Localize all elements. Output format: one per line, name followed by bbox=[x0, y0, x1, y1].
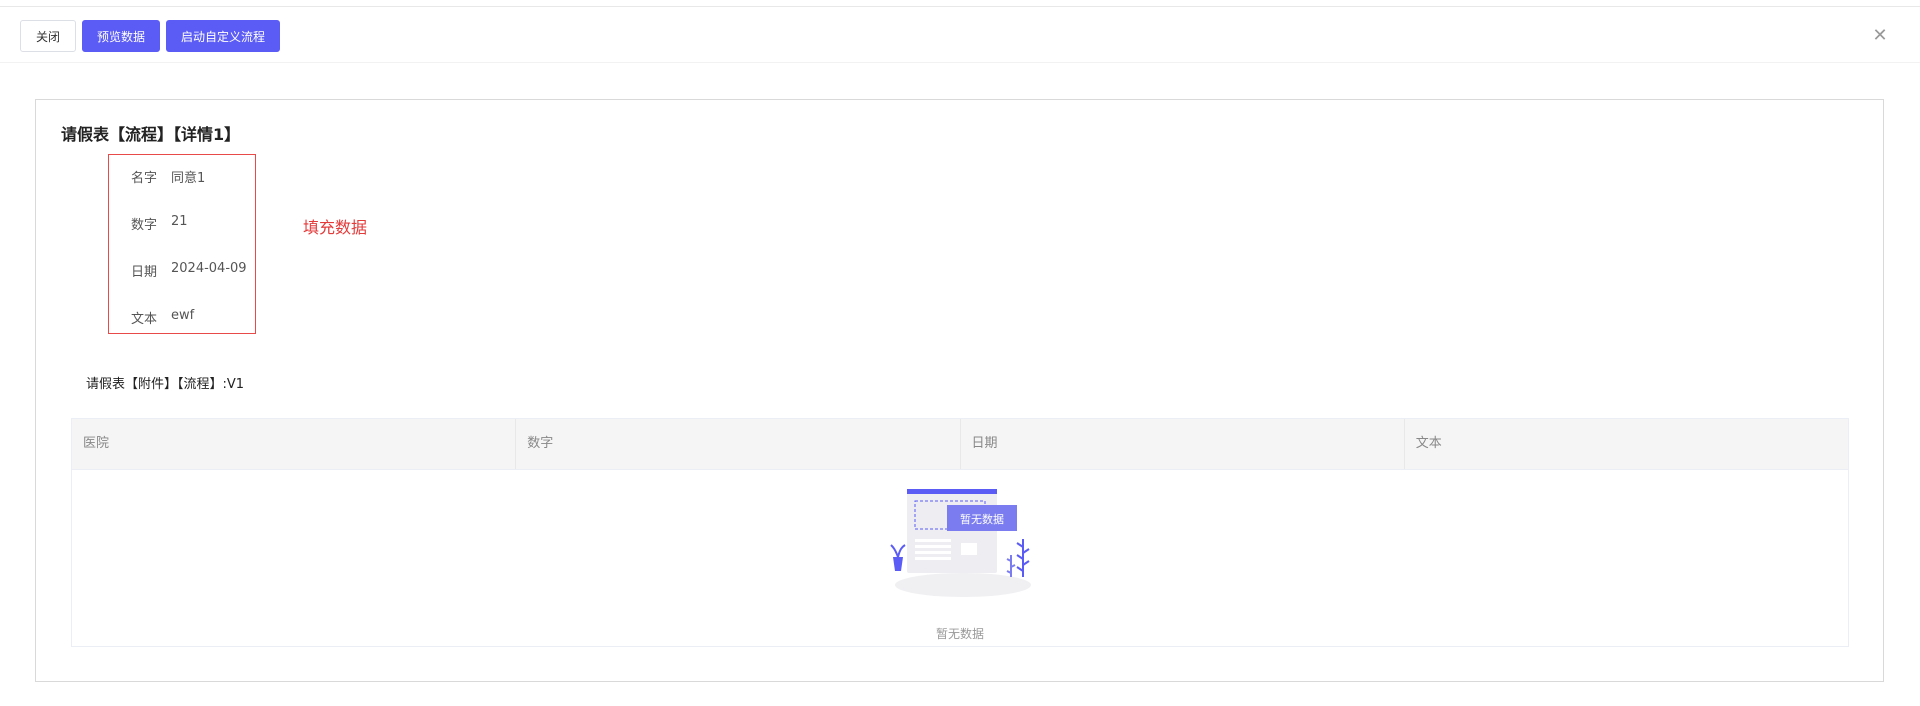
column-header: 文本 bbox=[1415, 436, 1442, 451]
field-label: 文本 bbox=[130, 312, 157, 327]
detail-fields-box: 名字 同意1 数字 21 日期 2024-04-09 文本 ewf bbox=[108, 154, 256, 334]
toolbar-divider bbox=[0, 62, 1920, 63]
toolbar: 关闭 预览数据 启动自定义流程 bbox=[20, 20, 281, 52]
start-custom-flow-button[interactable]: 启动自定义流程 bbox=[166, 20, 281, 52]
empty-data-text: 暂无数据 bbox=[935, 627, 984, 641]
field-label: 日期 bbox=[130, 265, 157, 280]
field-value: 2024-04-09 bbox=[171, 261, 247, 276]
column-header: 数字 bbox=[516, 419, 961, 469]
field-row-name: 名字 同意1 bbox=[109, 167, 255, 187]
field-row-text: 文本 ewf bbox=[109, 308, 255, 328]
field-label: 数字 bbox=[130, 218, 157, 233]
top-divider bbox=[0, 6, 1920, 7]
field-value: 21 bbox=[171, 214, 188, 229]
form-title: 请假表【流程】【详情1】 bbox=[61, 125, 241, 144]
field-row-date: 日期 2024-04-09 bbox=[109, 261, 255, 281]
field-value: ewf bbox=[171, 308, 195, 323]
fill-data-annotation: 填充数据 bbox=[303, 218, 368, 237]
close-icon[interactable]: ✕ bbox=[1870, 26, 1890, 46]
field-value: 同意1 bbox=[171, 171, 206, 186]
empty-data-illustration: 暂无数据 bbox=[890, 489, 1031, 597]
close-button[interactable]: 关闭 bbox=[20, 20, 76, 52]
field-label: 名字 bbox=[130, 171, 157, 186]
field-row-number: 数字 21 bbox=[109, 214, 255, 234]
column-header: 医院 bbox=[72, 419, 517, 469]
subtable: 医院 数字 日期 文本 暂无数据 暂无数据 bbox=[71, 418, 1849, 647]
empty-illustration-label: 暂无数据 bbox=[960, 512, 1004, 526]
table-header: 医院 数字 日期 文本 bbox=[72, 419, 1848, 470]
preview-data-button[interactable]: 预览数据 bbox=[82, 20, 161, 52]
column-header: 日期 bbox=[961, 419, 1405, 469]
subtable-title: 请假表【附件】【流程】:V1 bbox=[86, 377, 245, 392]
